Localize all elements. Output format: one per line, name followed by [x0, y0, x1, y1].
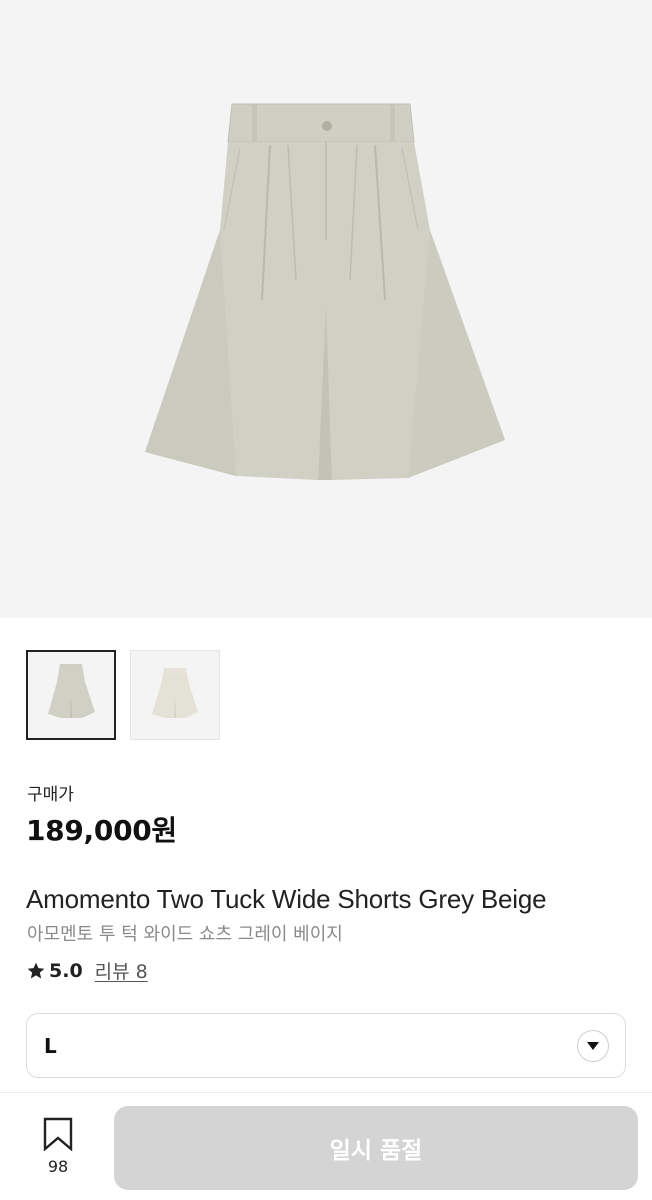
chevron-down-glyph [587, 1041, 599, 1050]
review-link[interactable]: 리뷰 8 [95, 957, 148, 984]
star-icon [27, 962, 45, 978]
thumbnail-2[interactable] [130, 650, 220, 740]
wishlist-count: 98 [47, 1157, 69, 1176]
bookmark-icon [43, 1117, 73, 1152]
sold-out-button[interactable]: 일시 품절 [114, 1106, 638, 1190]
product-title-ko: 아모멘토 투 턱 와이드 쇼츠 그레이 베이지 [27, 924, 343, 945]
thumbnail-shorts-image [152, 668, 198, 718]
size-select[interactable]: L [26, 1013, 626, 1078]
product-main-image[interactable] [0, 0, 652, 618]
price-label: 구매가 [27, 785, 74, 805]
product-title-en: Amomento Two Tuck Wide Shorts Grey Beige [26, 884, 547, 914]
rating-row: 5.0 리뷰 8 [26, 957, 148, 984]
thumbnail-strip [26, 650, 220, 740]
shorts-image [145, 103, 505, 480]
size-selected-value: L [44, 1033, 57, 1058]
wishlist-button[interactable]: 98 [32, 1117, 84, 1176]
chevron-down-icon[interactable] [577, 1029, 609, 1062]
thumbnail-1[interactable] [26, 650, 116, 740]
thumbnail-shorts-image [48, 664, 95, 718]
price: 189,000원 [26, 814, 177, 847]
bottom-action-bar: 98 일시 품절 [0, 1092, 652, 1200]
rating-value: 5.0 [49, 959, 83, 982]
